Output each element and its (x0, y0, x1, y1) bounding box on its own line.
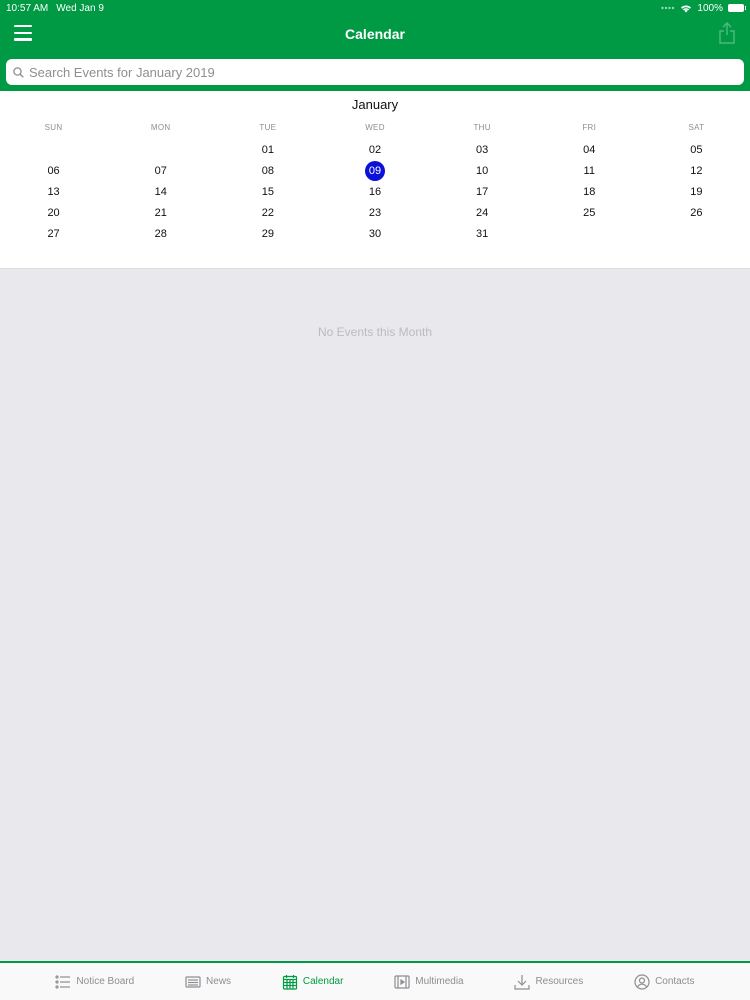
day-cell[interactable]: 19 (686, 182, 706, 202)
weekday-label: WED (365, 122, 385, 132)
tab-resources[interactable]: Resources (514, 974, 583, 990)
weekday-header: SUN MON TUE WED THU FRI SAT (0, 118, 750, 136)
weekday-label: FRI (582, 122, 597, 132)
signal-dots-icon (661, 6, 675, 10)
day-cell[interactable]: 26 (686, 203, 706, 223)
day-cell[interactable]: 16 (365, 182, 385, 202)
day-cell[interactable]: 02 (365, 140, 385, 160)
empty-day-cell (579, 224, 599, 244)
day-cell[interactable]: 08 (258, 161, 278, 181)
menu-line-icon (14, 31, 32, 34)
day-cell[interactable]: 03 (472, 140, 492, 160)
tab-contacts[interactable]: Contacts (634, 973, 695, 990)
week-row: 01 02 03 04 05 (0, 139, 750, 160)
status-date: Wed Jan 9 (56, 2, 104, 14)
status-time: 10:57 AM (6, 2, 49, 14)
day-cell[interactable]: 24 (472, 203, 492, 223)
battery-icon (728, 4, 746, 12)
day-cell[interactable]: 17 (472, 182, 492, 202)
weekday-label: TUE (259, 122, 277, 132)
empty-day-cell (151, 140, 171, 160)
day-cell[interactable]: 15 (258, 182, 278, 202)
share-icon[interactable] (718, 22, 736, 44)
tab-label: Calendar (302, 976, 344, 987)
calendar-icon (282, 974, 297, 990)
empty-day-cell (686, 224, 706, 244)
day-cell[interactable]: 13 (44, 182, 64, 202)
day-cell[interactable]: 04 (579, 140, 599, 160)
status-bar: 10:57 AM Wed Jan 9 100% (0, 0, 750, 16)
search-icon (13, 66, 24, 78)
empty-state-message: No Events this Month (317, 325, 433, 339)
day-cell[interactable]: 18 (579, 182, 599, 202)
day-cell[interactable]: 29 (258, 224, 278, 244)
search-box[interactable] (6, 59, 744, 85)
contact-icon (634, 973, 650, 990)
search-input[interactable] (29, 64, 737, 80)
day-cell[interactable]: 14 (151, 182, 171, 202)
week-row: 27 28 29 30 31 (0, 223, 750, 244)
day-cell[interactable]: 06 (44, 161, 64, 181)
tab-notice-board[interactable]: Notice Board (55, 974, 134, 990)
day-cell[interactable]: 20 (44, 203, 64, 223)
day-cell[interactable]: 28 (151, 224, 171, 244)
tab-news[interactable]: News (185, 974, 231, 990)
day-cell[interactable]: 05 (686, 140, 706, 160)
day-cell[interactable]: 23 (365, 203, 385, 223)
tab-multimedia[interactable]: Multimedia (394, 974, 464, 990)
day-cell[interactable]: 22 (258, 203, 278, 223)
nav-bar: Calendar (0, 16, 750, 52)
tab-label: Contacts (655, 976, 695, 987)
weekday-label: SAT (688, 122, 705, 132)
day-cell[interactable]: 30 (365, 224, 385, 244)
day-cell[interactable]: 27 (44, 224, 64, 244)
month-title: January (351, 97, 399, 112)
week-row: 20 21 22 23 24 25 26 (0, 202, 750, 223)
tab-label: Resources (535, 976, 584, 987)
battery-percent: 100% (697, 2, 723, 14)
tab-label: Notice Board (76, 976, 135, 987)
menu-line-icon (14, 25, 32, 28)
menu-button[interactable] (14, 25, 32, 41)
list-icon (55, 974, 71, 989)
day-cell[interactable]: 12 (686, 161, 706, 181)
menu-line-icon (14, 38, 32, 41)
page-title: Calendar (345, 26, 405, 42)
newspaper-icon (185, 975, 201, 988)
search-bar (0, 52, 750, 91)
film-icon (394, 974, 410, 989)
wifi-icon (681, 4, 692, 12)
tab-calendar[interactable]: Calendar (282, 974, 344, 990)
download-icon (514, 974, 531, 990)
day-cell[interactable]: 01 (258, 140, 278, 160)
tab-bar: Notice Board News Calendar Multimedia Re… (0, 961, 750, 1000)
day-cell[interactable]: 25 (579, 203, 599, 223)
day-cell[interactable]: 07 (151, 161, 171, 181)
weekday-label: SUN (44, 122, 63, 132)
day-cell[interactable]: 31 (472, 224, 492, 244)
week-row: 06 07 08 09 10 11 12 (0, 160, 750, 181)
selected-day-cell[interactable]: 09 (364, 160, 385, 181)
day-cell[interactable]: 10 (472, 161, 492, 181)
month-calendar: January SUN MON TUE WED THU FRI SAT 01 02… (0, 91, 750, 269)
tab-label: Multimedia (415, 976, 464, 987)
tab-label: News (206, 976, 232, 987)
empty-day-cell (44, 140, 64, 160)
day-cell[interactable]: 21 (151, 203, 171, 223)
calendar-grid: 01 02 03 04 05 06 07 08 09 10 11 12 13 14 15 16 17 18 19 20… (0, 136, 750, 244)
weekday-label: MON (150, 122, 171, 132)
weekday-label: THU (473, 122, 491, 132)
day-cell[interactable]: 11 (579, 161, 599, 181)
week-row: 13 14 15 16 17 18 19 (0, 181, 750, 202)
